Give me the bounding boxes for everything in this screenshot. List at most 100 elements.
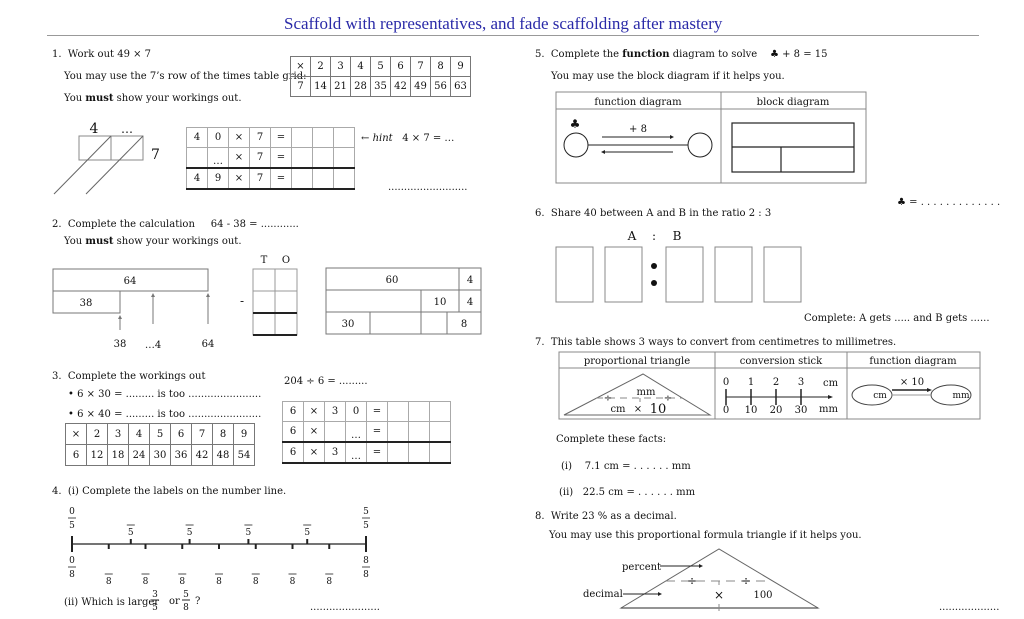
function-output-circle[interactable]	[687, 132, 713, 158]
numline-label-64: 64	[202, 339, 215, 350]
q6-prompt: 6. Share 40 between A and B in the ratio…	[535, 208, 771, 219]
q2-must-post: show your workings out.	[113, 236, 242, 247]
calc-empty-cell[interactable]	[291, 147, 313, 169]
times-value-cell: 14	[310, 76, 331, 97]
cell-t1[interactable]	[252, 268, 276, 292]
q1-must-post: show your workings out.	[113, 93, 242, 104]
partition-10: 10	[434, 297, 447, 308]
calc-cell: ×	[303, 401, 325, 422]
calc-empty-cell[interactable]	[291, 167, 313, 190]
q2-must-bold: must	[85, 236, 114, 247]
ratio-box-b2[interactable]	[714, 246, 753, 303]
q5-answer[interactable]: ♣ = . . . . . . . . . . . . .	[897, 197, 1000, 208]
fifths-numerator: 5	[363, 507, 369, 517]
q3-text: Complete the workings out	[67, 371, 206, 382]
calc-cell: ×	[228, 127, 250, 148]
times-header-cell: ×	[65, 423, 87, 445]
calc-cell: 6	[282, 421, 304, 443]
times-value-cell: 21	[330, 76, 351, 97]
calc-empty-cell[interactable]	[333, 127, 355, 148]
calc-empty-cell[interactable]	[408, 401, 430, 422]
calc-empty-cell[interactable]	[429, 401, 451, 422]
ratio-dot-bottom	[651, 280, 657, 286]
page-title: Scaffold with representatives, and fade …	[284, 14, 723, 33]
bar-top-label: 64	[124, 276, 137, 287]
eighths-denominator: 8	[106, 577, 112, 587]
col-header-tens: T	[261, 255, 268, 266]
calc-cell: =	[366, 401, 388, 422]
cell-o1[interactable]	[274, 268, 298, 292]
calc-cell: 0	[345, 401, 367, 422]
qmark: ?	[195, 596, 200, 607]
q7-number: 7.	[535, 337, 545, 348]
lattice-cell-1	[78, 135, 112, 161]
q4-prompt: 4. (i) Complete the labels on the number…	[52, 486, 286, 497]
calc-empty-cell[interactable]	[408, 421, 430, 443]
cell-o2[interactable]	[274, 290, 298, 314]
q1-times-table: × 2 3 4 5 6 7 8 9 7 14 21 28 35 42 49 56 63	[290, 56, 471, 97]
cell-t2[interactable]	[252, 290, 276, 314]
ratio-box-a2[interactable]	[604, 246, 643, 303]
calc-cell: ×	[303, 441, 325, 464]
q5-prompt: 5. Complete the function diagram to solv…	[535, 49, 827, 60]
q4-answer-line[interactable]: ......................	[310, 602, 380, 613]
stick-arrow-head	[828, 395, 833, 399]
inverse-arrow-head	[601, 150, 605, 154]
q7-tri-div-left: ÷	[604, 393, 612, 404]
times-value-cell: 54	[233, 444, 255, 466]
q8-answer-line[interactable]: ...................	[939, 602, 999, 613]
fifths-numerator: 0	[69, 507, 75, 517]
eighths-denominator: 8	[290, 577, 296, 587]
calc-empty-cell[interactable]	[186, 147, 208, 169]
calc-empty-cell[interactable]	[333, 167, 355, 190]
calc-empty-cell[interactable]	[324, 421, 346, 443]
calc-empty-cell[interactable]	[408, 441, 430, 464]
calc-empty-cell[interactable]	[429, 421, 451, 443]
calc-empty-cell[interactable]	[429, 441, 451, 464]
fifths-denominator: 5	[187, 528, 193, 538]
calc-cell: ×	[228, 167, 250, 190]
ratio-box-b3[interactable]	[763, 246, 802, 303]
times-header-cell: 2	[310, 56, 331, 77]
eighths-denominator: 8	[143, 577, 149, 587]
eighths-denominator: 8	[326, 577, 332, 587]
calc-empty-cell[interactable]	[312, 147, 334, 169]
calc-cell: =	[366, 421, 388, 443]
partition-8: 8	[461, 319, 467, 330]
calc-cell: …	[207, 147, 229, 169]
ratio-box-a1[interactable]	[555, 246, 594, 303]
calc-empty-cell[interactable]	[312, 127, 334, 148]
function-input-circle[interactable]	[563, 132, 589, 158]
times-header-cell: 9	[233, 423, 255, 445]
q1-prompt: 1. Work out 49 × 7	[52, 49, 151, 60]
q3-times-table: × 2 3 4 5 6 7 8 9 6 12 18 24 30 36 42 48 54	[65, 423, 255, 466]
frac-b-num: 5	[183, 590, 189, 600]
q1-answer-line[interactable]: .........................	[388, 182, 467, 193]
q7-fact-1: (i) 7.1 cm = . . . . . . mm	[561, 461, 691, 472]
q1-lattice-grid: 4 … 7	[53, 121, 160, 195]
fifths-denominator: 5	[69, 521, 75, 531]
times-value-cell: 6	[65, 444, 87, 466]
q7-func-op: × 10	[900, 377, 924, 388]
lattice-diagonal-2	[85, 135, 144, 195]
ratio-dot-top	[651, 263, 657, 269]
cell-t3[interactable]	[252, 312, 276, 336]
q3-bullet-2: • 6 × 40 = ......... is too ............…	[68, 409, 262, 420]
calc-empty-cell[interactable]	[291, 127, 313, 148]
bar-bottom-label: 38	[80, 298, 93, 309]
calc-empty-cell[interactable]	[312, 167, 334, 190]
ratio-box-b1[interactable]	[665, 246, 704, 303]
q8-decimal-arrow-head	[658, 592, 662, 596]
function-op: + 8	[629, 124, 647, 135]
calc-empty-cell[interactable]	[333, 147, 355, 169]
title-rule	[47, 35, 979, 36]
calc-empty-cell[interactable]	[387, 401, 409, 422]
cell-o3[interactable]	[274, 312, 298, 336]
eighths-denominator: 8	[363, 570, 369, 580]
calc-empty-cell[interactable]	[387, 441, 409, 464]
times-header-cell: 8	[212, 423, 234, 445]
stick-mm-value: 20	[770, 405, 783, 416]
numline-label-mid: …4	[145, 340, 161, 351]
calc-empty-cell[interactable]	[387, 421, 409, 443]
ratio-label-colon: :	[652, 229, 656, 243]
